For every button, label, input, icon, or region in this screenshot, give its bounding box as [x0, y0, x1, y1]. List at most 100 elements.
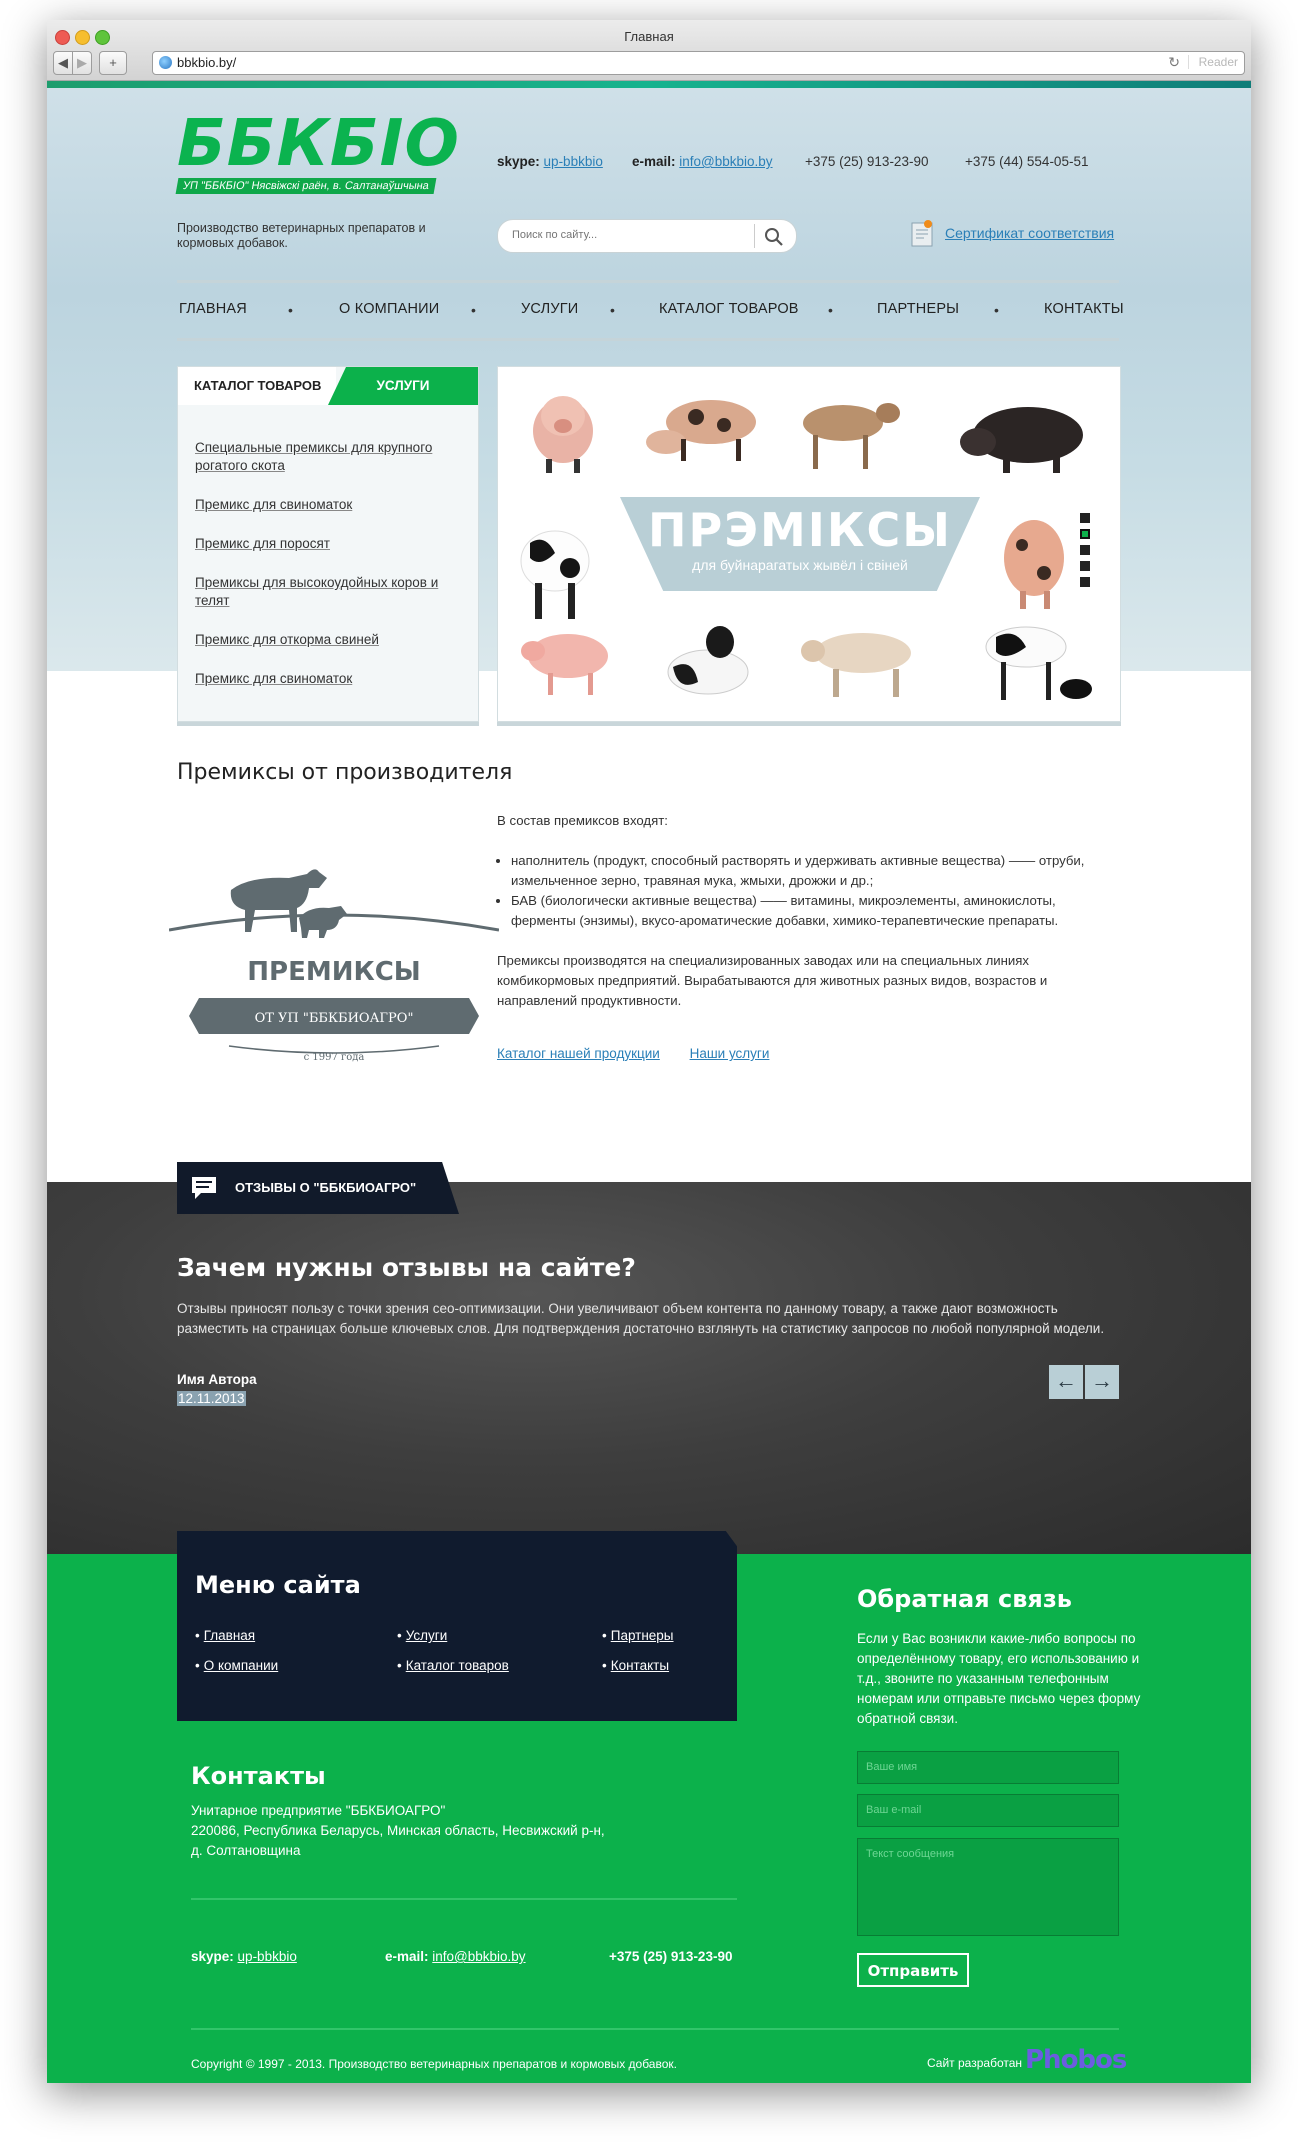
footer-contacts-address: Унитарное предприятие "ББКБИОАГРО" 22008…: [191, 1801, 651, 1861]
message-field[interactable]: Текст сообщения: [857, 1838, 1119, 1936]
footer-menu-partners[interactable]: Партнеры: [602, 1628, 674, 1643]
catalog-item[interactable]: Специальные премиксы для крупного рогато…: [195, 439, 465, 475]
header-phone-1: +375 (25) 913-23-90: [805, 154, 929, 169]
forward-button[interactable]: ▶: [72, 51, 92, 75]
catalog-link[interactable]: Каталог нашей продукции: [497, 1046, 660, 1061]
premix-logo: ПРЕМИКСЫ ОТ УП "ББКБИОАГРО" с 1997 года: [169, 869, 499, 1063]
footer-skype-label: skype:: [191, 1949, 234, 1964]
plus-icon: +: [109, 55, 117, 70]
site-tagline: Производство ветеринарных препаратов и к…: [177, 221, 426, 250]
window-title: Главная: [624, 29, 674, 44]
arrow-right-icon: →: [1091, 1368, 1113, 1393]
catalog-item[interactable]: Премикс для свиноматок: [195, 670, 465, 688]
intro-paragraph: В состав премиксов входят:: [497, 813, 668, 828]
footer-menu-catalog[interactable]: Каталог товаров: [397, 1658, 509, 1673]
premix-logo-title: ПРЕМИКСЫ: [247, 957, 420, 987]
review-text: Отзывы приносят пользу с точки зрения се…: [177, 1301, 1105, 1336]
banner-ribbon: ПРЭМІКСЫ для буйнарагатых жывёл і свіней: [620, 497, 980, 591]
hero-slider: ПРЭМІКСЫ для буйнарагатых жывёл і свіней: [497, 366, 1121, 722]
slider-dot[interactable]: [1080, 545, 1090, 555]
catalog-item[interactable]: Премикс для откорма свиней: [195, 631, 465, 649]
skype-label: skype:: [497, 154, 540, 169]
arrow-left-icon: ←: [1055, 1368, 1077, 1393]
address-line: 220086, Республика Беларусь, Минская обл…: [191, 1823, 605, 1838]
nav-separator: •: [288, 302, 293, 318]
services-link[interactable]: Наши услуги: [690, 1046, 770, 1061]
footer-menu-title: Меню сайта: [195, 1571, 361, 1599]
email-field[interactable]: Ваш e-mail: [857, 1794, 1119, 1827]
reviews-tab-label: ОТЗЫВЫ О "ББКБИОАГРО": [235, 1180, 417, 1195]
catalog-item[interactable]: Премикс для свиноматок: [195, 496, 465, 514]
address-bar[interactable]: bbkbio.by/ ↻ Reader: [152, 51, 1245, 75]
tab-catalog[interactable]: КАТАЛОГ ТОВАРОВ: [178, 367, 336, 405]
pink-pig-image: [521, 634, 608, 695]
nav-contacts[interactable]: Контакты: [1044, 301, 1124, 317]
footer-divider: [191, 2028, 1119, 2030]
footer-skype: skype: up-bbkbio: [191, 1949, 297, 1964]
new-tab-button[interactable]: +: [99, 51, 127, 75]
review-next-button[interactable]: →: [1085, 1365, 1119, 1399]
footer-menu-contacts[interactable]: Контакты: [602, 1658, 669, 1673]
reviews-tab: ОТЗЫВЫ О "ББКБИОАГРО": [177, 1162, 459, 1214]
nav-separator: •: [471, 302, 476, 318]
developer-logo[interactable]: Phobos: [1025, 2045, 1127, 2075]
footer-menu-services[interactable]: Услуги: [397, 1628, 448, 1643]
reader-button[interactable]: Reader: [1187, 55, 1238, 69]
slider-dot[interactable]: [1080, 513, 1090, 523]
email-label: e-mail:: [632, 154, 676, 169]
intro-list-item: БАВ (биологически активные вещества) —— …: [511, 891, 1117, 931]
search-box: [497, 219, 797, 253]
intro-paragraph: Премиксы производятся на специализирован…: [497, 953, 1048, 1008]
search-input[interactable]: [510, 228, 754, 242]
slider-dot[interactable]: [1080, 577, 1090, 587]
feedback-title: Обратная связь: [857, 1585, 1072, 1613]
certificate-icon: [911, 220, 933, 247]
nav-catalog[interactable]: Каталог товаров: [659, 301, 799, 317]
back-button[interactable]: ◀: [53, 51, 73, 75]
nav-separator: •: [610, 302, 615, 318]
nav-home[interactable]: Главная: [179, 301, 247, 317]
globe-icon: [159, 56, 172, 69]
skype-link[interactable]: up-bbkbio: [544, 154, 603, 169]
site-logo[interactable]: ББКБІО УП "ББКБІО" Нясвіжскі раён, в. Са…: [175, 112, 459, 194]
catalog-sidebar: КАТАЛОГ ТОВАРОВ УСЛУГИ Специальные преми…: [177, 366, 479, 722]
footer-email: e-mail: info@bbkbio.by: [385, 1949, 526, 1964]
footer-skype-link[interactable]: up-bbkbio: [238, 1949, 297, 1964]
catalog-item[interactable]: Премикс для поросят: [195, 535, 465, 553]
tab-services[interactable]: УСЛУГИ: [328, 367, 478, 405]
certificate-label: Сертификат соответствия: [945, 225, 1115, 241]
footer-email-link[interactable]: info@bbkbio.by: [432, 1949, 525, 1964]
footer-phone: +375 (25) 913-23-90: [609, 1949, 733, 1964]
email-link[interactable]: info@bbkbio.by: [679, 154, 772, 169]
slider-dot[interactable]: [1080, 561, 1090, 571]
reload-icon[interactable]: ↻: [1168, 54, 1180, 71]
cow-and-calf-image: [985, 626, 1092, 700]
nav-separator: •: [994, 302, 999, 318]
browser-titlebar: Главная ◀ ▶ + bbkbio.by/ ↻ Reader: [47, 20, 1251, 81]
url-text[interactable]: bbkbio.by/: [177, 55, 236, 70]
banner-title: ПРЭМІКСЫ: [648, 503, 952, 557]
catalog-item[interactable]: Премиксы для высокоудойных коров и телят: [195, 574, 465, 610]
search-divider: [754, 224, 755, 248]
name-field[interactable]: Ваше имя: [857, 1751, 1119, 1784]
footer-email-label: e-mail:: [385, 1949, 429, 1964]
spotted-pig-image: [646, 400, 756, 461]
footer-menu-about[interactable]: О компании: [195, 1658, 278, 1673]
nav-about[interactable]: О компании: [339, 301, 439, 317]
browser-window: Главная ◀ ▶ + bbkbio.by/ ↻ Reader ББКБІО…: [47, 20, 1251, 2083]
slider-dot-active[interactable]: [1080, 529, 1090, 539]
footer-divider: [191, 1898, 737, 1900]
nav-services[interactable]: Услуги: [521, 301, 578, 317]
banner-subtitle: для буйнарагатых жывёл і свіней: [692, 557, 908, 573]
footer-menu-home[interactable]: Главная: [195, 1628, 255, 1643]
review-prev-button[interactable]: ←: [1049, 1365, 1083, 1399]
premix-logo-since: с 1997 года: [304, 1052, 365, 1063]
chevron-left-icon: ◀: [58, 55, 68, 70]
footer-contacts-title: Контакты: [191, 1762, 326, 1790]
nav-partners[interactable]: Партнеры: [877, 301, 959, 317]
catalog-list: Специальные премиксы для крупного рогато…: [195, 439, 465, 709]
intro-links: Каталог нашей продукции Наши услуги: [497, 1046, 795, 1061]
search-icon[interactable]: [764, 227, 784, 247]
submit-button[interactable]: Отправить: [857, 1953, 969, 1987]
nav-separator: •: [828, 302, 833, 318]
